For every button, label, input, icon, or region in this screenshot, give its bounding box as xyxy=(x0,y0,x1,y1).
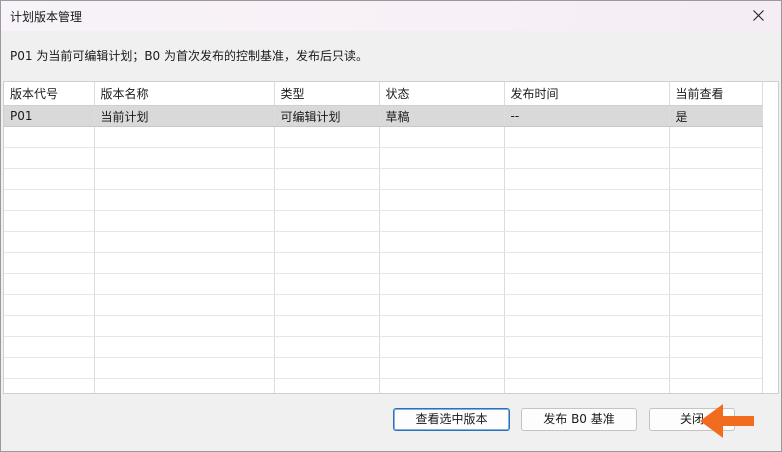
empty-row xyxy=(4,378,763,393)
table-row[interactable]: P01 当前计划 可编辑计划 草稿 -- 是 xyxy=(4,105,763,127)
version-table[interactable]: 版本代号 版本名称 类型 状态 发布时间 当前查看 P01 当前计划 可编辑计划… xyxy=(3,81,779,394)
close-icon xyxy=(753,10,764,21)
cell-version-code: P01 xyxy=(4,105,95,127)
cell-current-view: 是 xyxy=(669,105,763,127)
empty-row xyxy=(4,147,763,169)
column-header-version-name[interactable]: 版本名称 xyxy=(94,82,275,106)
cell-version-name: 当前计划 xyxy=(94,105,275,127)
close-window-button[interactable] xyxy=(737,1,781,31)
version-management-dialog: 计划版本管理 P01 为当前可编辑计划；B0 为首次发布的控制基准，发布后只读。… xyxy=(0,0,782,452)
view-selected-version-button[interactable]: 查看选中版本 xyxy=(393,408,510,431)
empty-row xyxy=(4,357,763,379)
publish-b0-baseline-button[interactable]: 发布 B0 基准 xyxy=(521,408,637,431)
empty-row xyxy=(4,315,763,337)
column-header-publish-time[interactable]: 发布时间 xyxy=(504,82,670,106)
cell-publish-time: -- xyxy=(504,105,670,127)
column-header-current-view[interactable]: 当前查看 xyxy=(669,82,763,106)
cell-status: 草稿 xyxy=(379,105,505,127)
empty-row xyxy=(4,294,763,316)
column-header-version-code[interactable]: 版本代号 xyxy=(4,82,95,106)
dialog-title: 计划版本管理 xyxy=(10,10,83,24)
cell-type: 可编辑计划 xyxy=(274,105,380,127)
empty-row xyxy=(4,273,763,295)
pointer-arrow-icon xyxy=(700,404,754,438)
empty-row xyxy=(4,126,763,148)
column-header-status[interactable]: 状态 xyxy=(379,82,505,106)
empty-row xyxy=(4,231,763,253)
title-bar[interactable]: 计划版本管理 xyxy=(1,1,781,31)
empty-row xyxy=(4,210,763,232)
table-header-row: 版本代号 版本名称 类型 状态 发布时间 当前查看 xyxy=(4,82,763,106)
empty-row xyxy=(4,336,763,358)
column-header-type[interactable]: 类型 xyxy=(274,82,380,106)
empty-row xyxy=(4,189,763,211)
empty-row xyxy=(4,252,763,274)
dialog-description: P01 为当前可编辑计划；B0 为首次发布的控制基准，发布后只读。 xyxy=(10,49,369,63)
empty-row xyxy=(4,168,763,190)
